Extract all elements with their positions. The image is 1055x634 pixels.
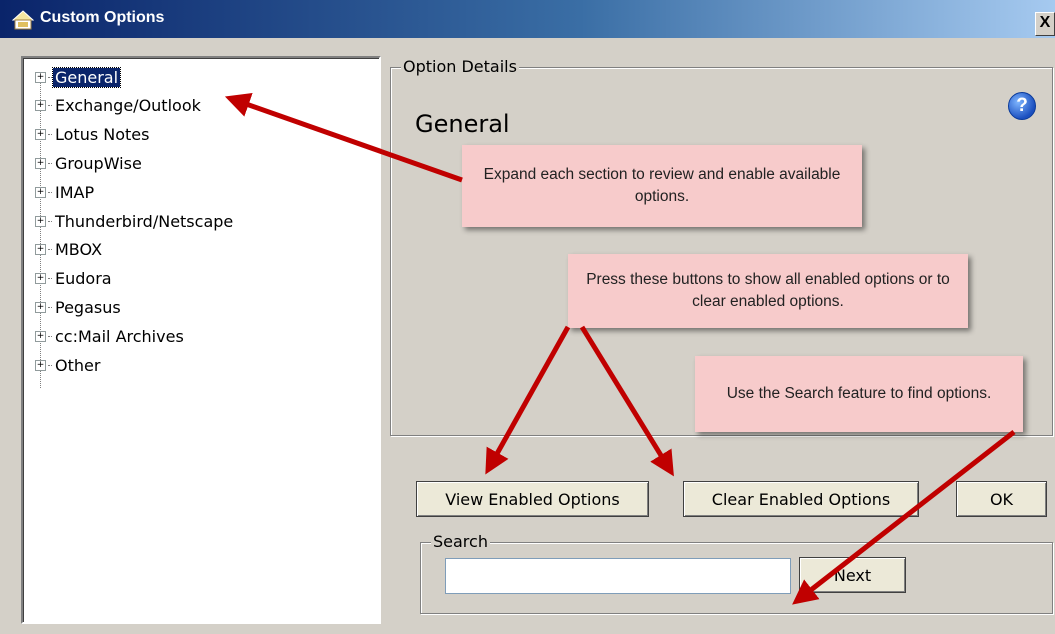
- tree-item[interactable]: + MBOX: [35, 239, 104, 261]
- tree-connector: [48, 76, 52, 78]
- view-enabled-options-button[interactable]: View Enabled Options: [416, 481, 649, 517]
- tree-connector: [48, 220, 52, 222]
- options-tree[interactable]: + General + Exchange/Outlook + Lotus Notes + Gr…: [21, 56, 381, 624]
- search-label: Search: [431, 532, 490, 551]
- tree-connector: [48, 278, 52, 280]
- ok-button[interactable]: OK: [956, 481, 1047, 517]
- tree-item-label[interactable]: Exchange/Outlook: [53, 96, 203, 115]
- expand-icon[interactable]: +: [35, 157, 46, 169]
- search-input[interactable]: [445, 558, 791, 594]
- tree-item-label[interactable]: Eudora: [53, 269, 114, 288]
- tree-item[interactable]: + cc:Mail Archives: [35, 325, 186, 347]
- tree-connector: [48, 306, 52, 308]
- callout-expand: Expand each section to review and enable…: [462, 145, 862, 227]
- tree-connector: [48, 162, 52, 164]
- tree-connector: [48, 364, 52, 366]
- tree-item[interactable]: + General: [35, 66, 122, 88]
- tree-item[interactable]: + Thunderbird/Netscape: [35, 210, 235, 232]
- option-details-label: Option Details: [401, 57, 519, 76]
- details-title: General: [415, 110, 510, 138]
- callout-buttons: Press these buttons to show all enabled …: [568, 254, 968, 328]
- expand-icon[interactable]: +: [35, 244, 46, 256]
- tree-connector: [48, 249, 52, 251]
- help-icon[interactable]: ?: [1008, 92, 1036, 120]
- tree-item-label[interactable]: IMAP: [53, 183, 96, 202]
- clear-enabled-options-button[interactable]: Clear Enabled Options: [683, 481, 919, 517]
- tree-connector: [48, 105, 52, 107]
- expand-icon[interactable]: +: [35, 186, 46, 198]
- tree-item[interactable]: + Eudora: [35, 268, 114, 290]
- tree-item-label[interactable]: Other: [53, 356, 102, 375]
- tree-item[interactable]: + GroupWise: [35, 152, 144, 174]
- expand-icon[interactable]: +: [35, 215, 46, 227]
- tree-connector: [48, 191, 52, 193]
- tree-connector: [48, 134, 52, 136]
- expand-icon[interactable]: +: [35, 129, 46, 141]
- tree-item[interactable]: + Other: [35, 354, 102, 376]
- expand-icon[interactable]: +: [35, 359, 46, 371]
- tree-item[interactable]: + Pegasus: [35, 296, 123, 318]
- close-button[interactable]: X: [1035, 12, 1055, 36]
- tree-item[interactable]: + Lotus Notes: [35, 124, 151, 146]
- callout-search: Use the Search feature to find options.: [695, 356, 1023, 432]
- expand-icon[interactable]: +: [35, 100, 46, 112]
- tree-item[interactable]: + Exchange/Outlook: [35, 95, 203, 117]
- window-title: Custom Options: [40, 9, 165, 26]
- expand-icon[interactable]: +: [35, 71, 46, 83]
- expand-icon[interactable]: +: [35, 330, 46, 342]
- tree-item[interactable]: + IMAP: [35, 181, 96, 203]
- title-bar: Custom Options X: [0, 0, 1055, 38]
- tree-item-label[interactable]: General: [51, 66, 122, 88]
- tree-connector: [48, 335, 52, 337]
- expand-icon[interactable]: +: [35, 273, 46, 285]
- expand-icon[interactable]: +: [35, 301, 46, 313]
- tree-item-label[interactable]: Pegasus: [53, 298, 123, 317]
- tree-item-label[interactable]: Lotus Notes: [53, 125, 151, 144]
- app-icon: [12, 10, 34, 30]
- tree-item-label[interactable]: GroupWise: [53, 154, 144, 173]
- tree-item-label[interactable]: MBOX: [53, 240, 104, 259]
- tree-item-label[interactable]: Thunderbird/Netscape: [53, 212, 235, 231]
- tree-item-label[interactable]: cc:Mail Archives: [53, 327, 186, 346]
- next-button[interactable]: Next: [799, 557, 906, 593]
